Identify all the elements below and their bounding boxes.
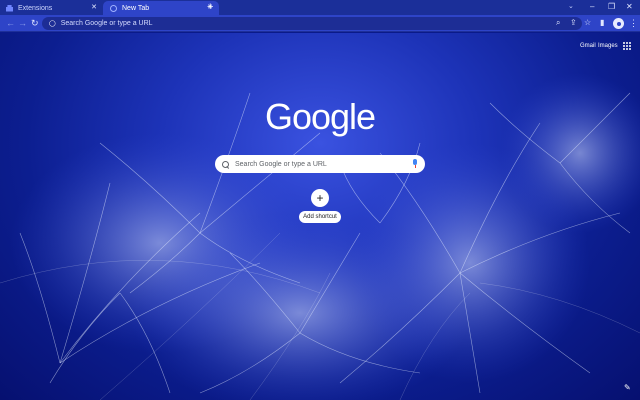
new-tab-button[interactable]: + — [207, 2, 213, 13]
maximize-icon[interactable]: ❐ — [608, 2, 615, 12]
side-panel-icon[interactable]: ▮ — [600, 18, 604, 28]
close-tab-icon[interactable]: ✕ — [91, 4, 97, 12]
add-shortcut-button[interactable]: + — [311, 189, 329, 207]
minimize-icon[interactable]: – — [590, 2, 594, 12]
tab-new-tab[interactable]: New Tab ✕ — [103, 1, 219, 15]
globe-icon — [110, 4, 117, 12]
close-window-icon[interactable]: ✕ — [626, 2, 633, 12]
omnibox[interactable]: ◯ Search Google or type a URL — [42, 17, 582, 30]
share-icon[interactable]: ⇪ — [570, 18, 577, 28]
images-link[interactable]: Images — [598, 43, 618, 49]
profile-avatar[interactable] — [613, 18, 624, 29]
gmail-link[interactable]: Gmail — [580, 43, 596, 49]
tab-extensions[interactable]: Extensions ✕ — [0, 1, 103, 15]
google-apps-icon[interactable] — [623, 42, 631, 50]
tab-label: Extensions — [18, 4, 53, 12]
customize-pencil-icon[interactable]: ✎ — [624, 383, 634, 393]
tab-search-icon[interactable]: ⌄ — [568, 2, 574, 10]
google-logo: Google — [264, 96, 376, 137]
add-shortcut-label[interactable]: Add shortcut — [299, 211, 341, 223]
back-button[interactable]: ← — [6, 18, 15, 28]
menu-icon[interactable]: ⋮ — [629, 18, 638, 28]
search-icon: ◯ — [49, 21, 56, 27]
search-icon — [222, 160, 229, 168]
zoom-icon[interactable]: ⌕ — [556, 18, 560, 28]
ntp-search-box[interactable]: Search Google or type a URL — [215, 155, 425, 173]
reload-button[interactable]: ↻ — [31, 18, 39, 28]
forward-button[interactable]: → — [18, 18, 27, 28]
omnibox-placeholder: Search Google or type a URL — [60, 20, 153, 27]
bookmark-star-icon[interactable]: ☆ — [584, 18, 591, 28]
search-placeholder: Search Google or type a URL — [235, 160, 327, 168]
microphone-icon[interactable] — [413, 159, 417, 169]
puzzle-icon — [6, 4, 13, 12]
avatar-icon — [616, 21, 621, 26]
tab-strip: Extensions ✕ New Tab ✕ + ⌄ – ❐ ✕ — [0, 0, 640, 15]
browser-toolbar: ← → ↻ ◯ Search Google or type a URL ⌕ ⇪ … — [0, 15, 640, 32]
tab-label: New Tab — [122, 4, 150, 12]
